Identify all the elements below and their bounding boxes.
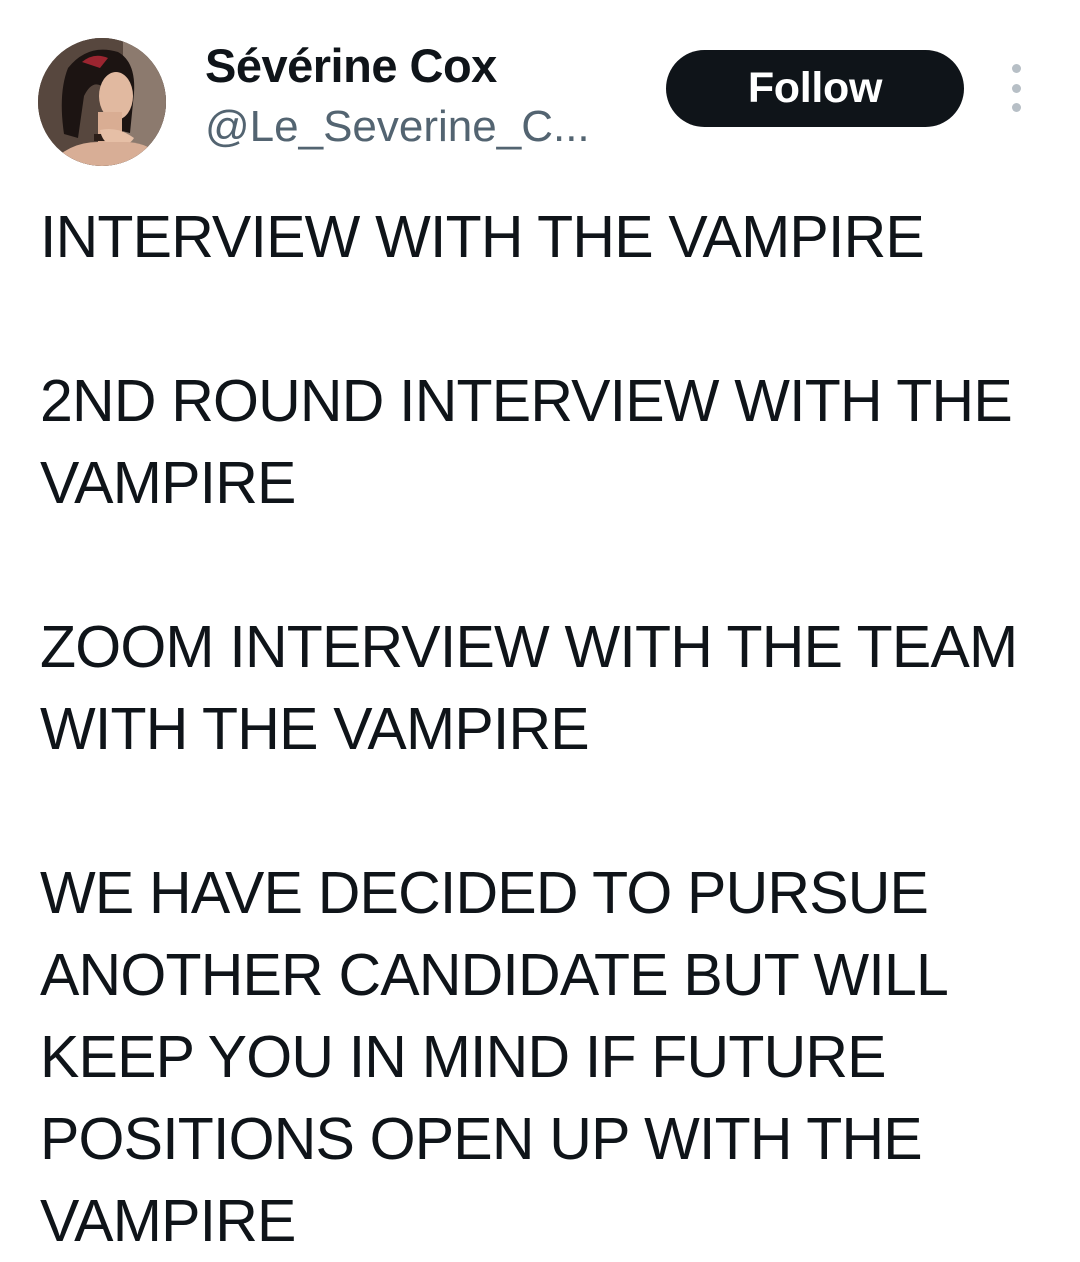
tweet-paragraph: INTERVIEW WITH THE VAMPIRE [40,204,925,270]
tweet-paragraph: WE HAVE DECIDED TO PURSUE ANOTHER CANDID… [40,860,947,1254]
user-handle[interactable]: @Le_Severine_C... [205,100,590,154]
more-dot [1011,103,1021,112]
display-name[interactable]: Sévérine Cox [205,38,497,94]
more-vertical-icon[interactable] [1000,64,1032,112]
more-dot [1011,83,1021,93]
tweet: Sévérine Cox @Le_Severine_C... Follow IN… [0,0,1080,1262]
more-dot [1011,64,1021,73]
tweet-text: INTERVIEW WITH THE VAMPIRE 2ND ROUND INT… [40,196,1050,1262]
follow-button[interactable]: Follow [666,50,964,127]
tweet-paragraph: 2ND ROUND INTERVIEW WITH THE VAMPIRE [40,368,1013,516]
avatar[interactable] [38,38,166,166]
avatar-image [38,38,166,166]
tweet-paragraph: ZOOM INTERVIEW WITH THE TEAM WITH THE VA… [40,614,1018,762]
